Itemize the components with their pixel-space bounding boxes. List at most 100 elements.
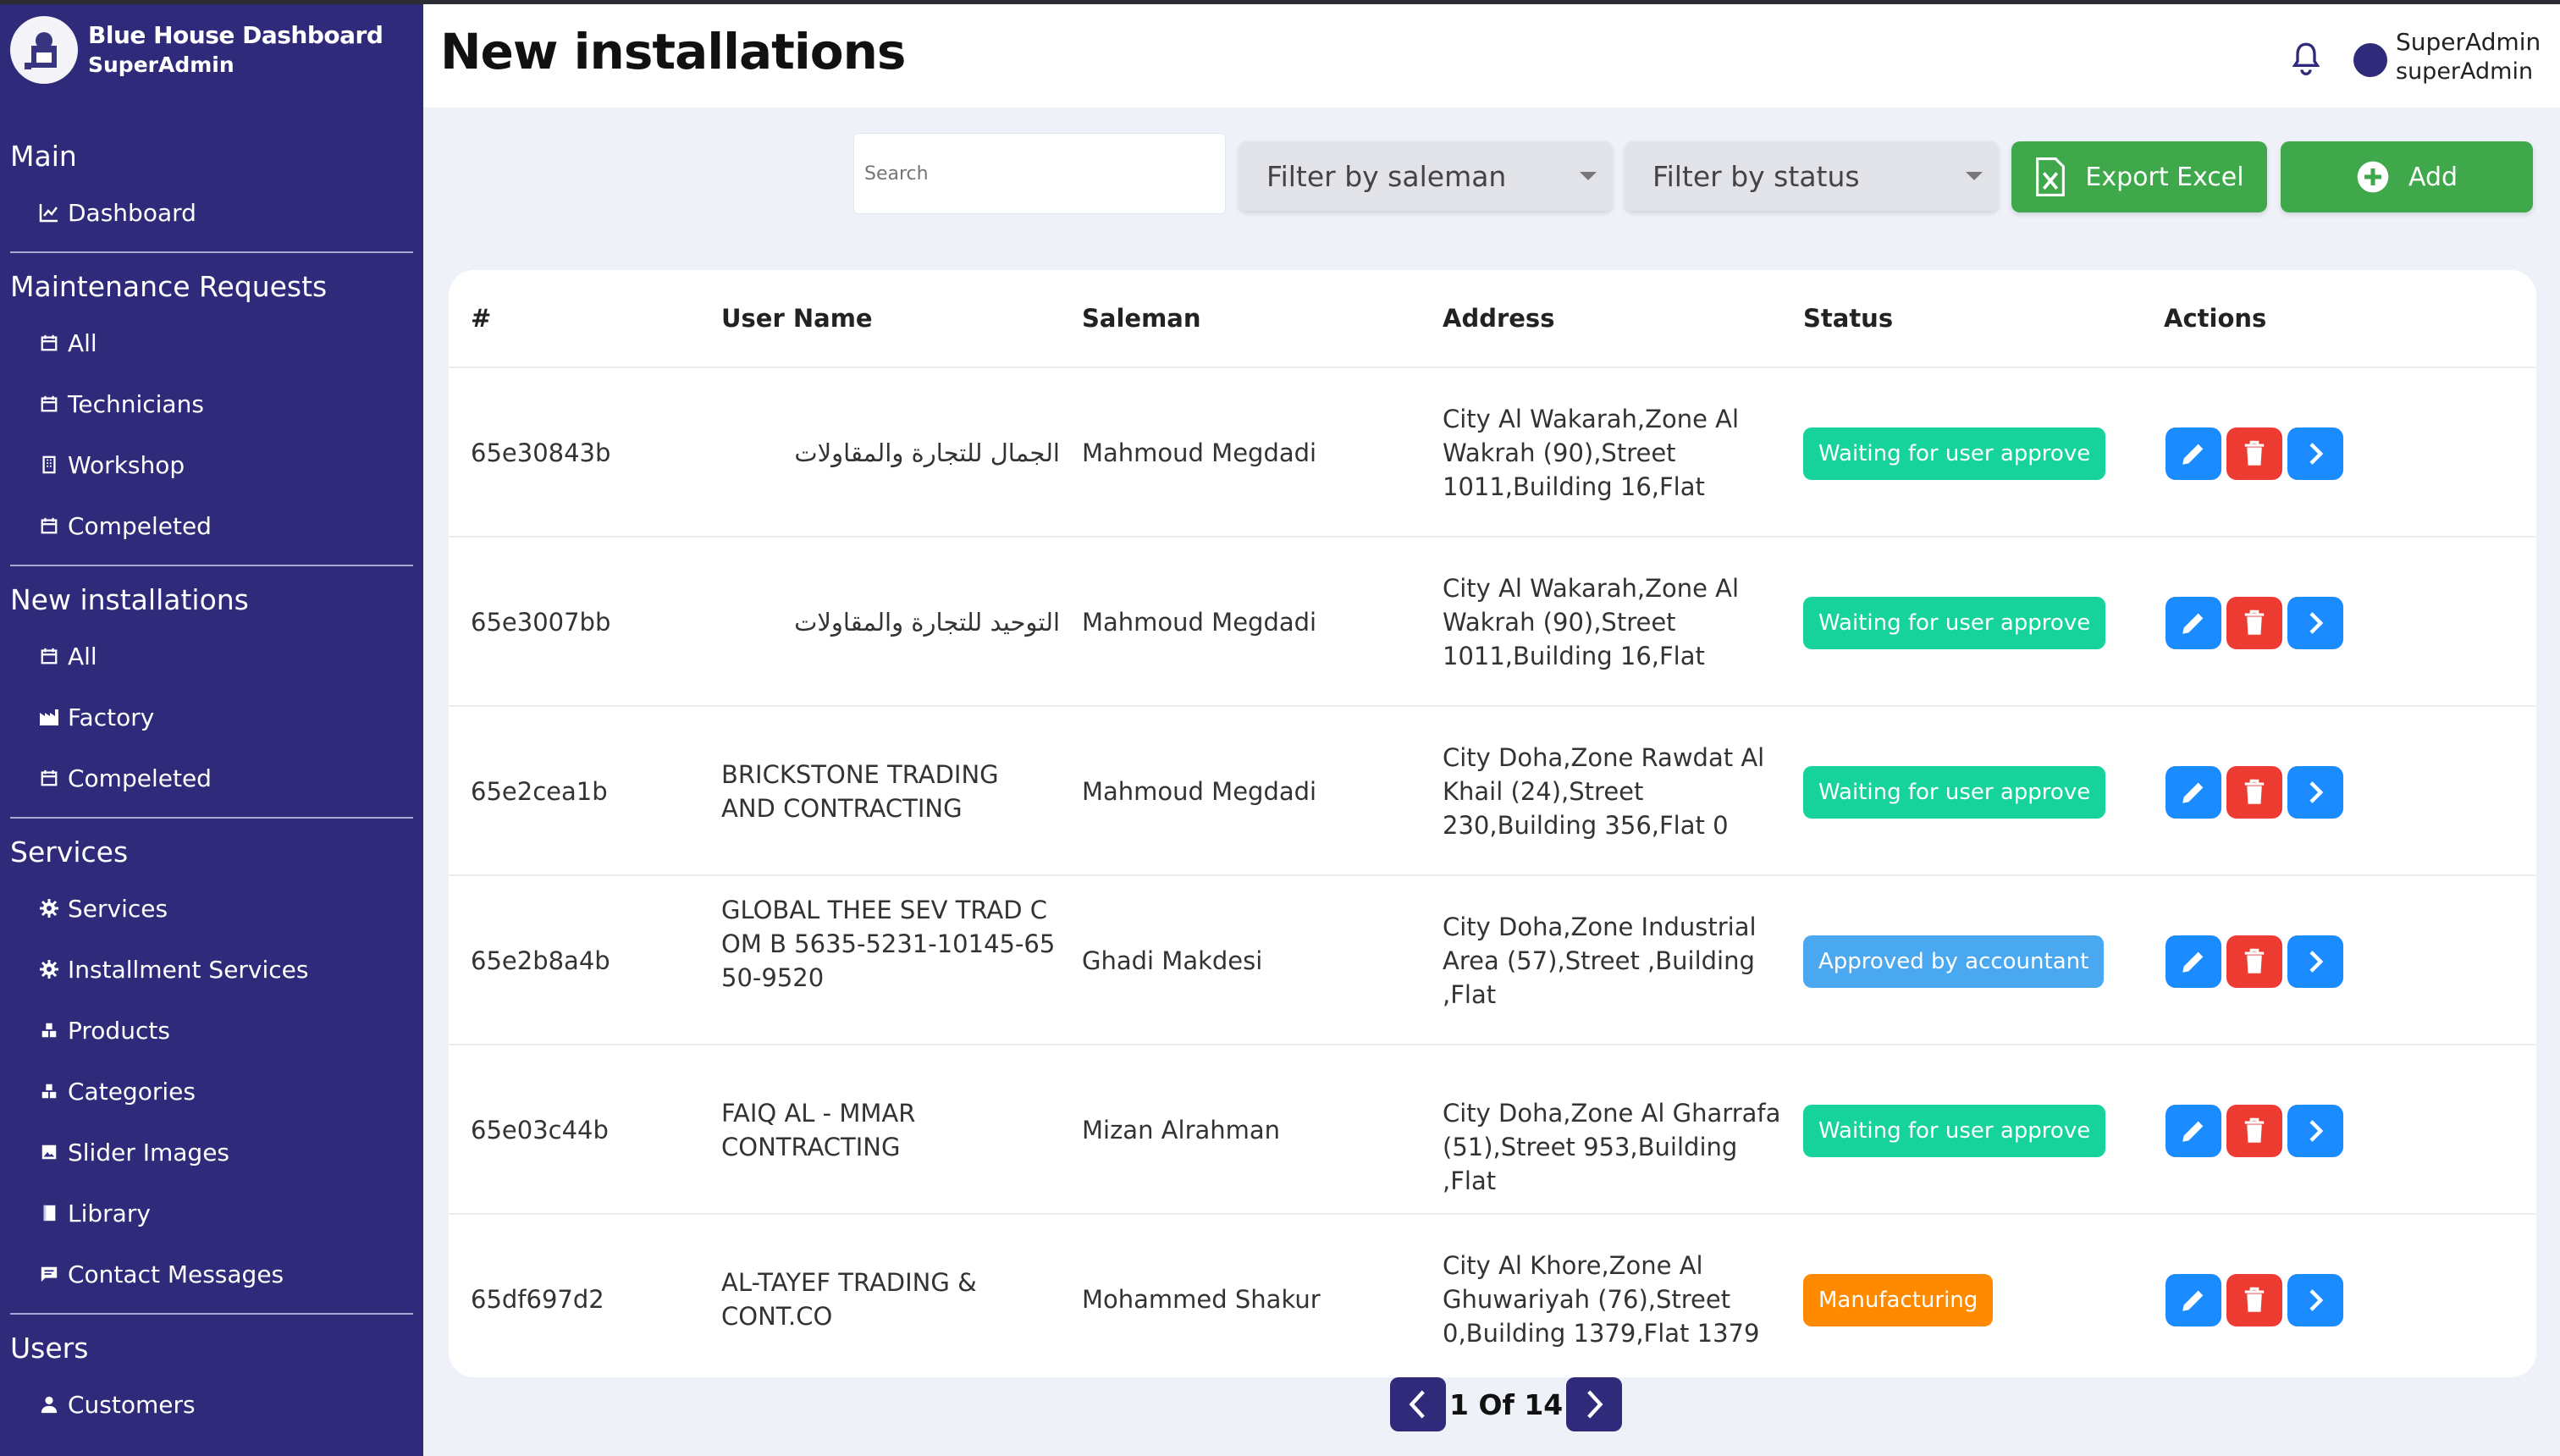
cell-address: City Al Wakarah,Zone Al Wakrah (90),Stre… — [1443, 405, 1740, 501]
chevron-right-icon — [2309, 1289, 2324, 1311]
table-row[interactable]: 65e30843b الجمال للتجارة والمقاولات Mahm… — [449, 368, 2536, 538]
cell-saleman: Ghadi Makdesi — [1082, 946, 1263, 975]
view-details-button[interactable] — [2287, 935, 2343, 988]
header: New installations SuperAdmin superAdmin — [423, 4, 2560, 108]
delete-button[interactable] — [2226, 427, 2282, 480]
pencil-icon — [2182, 613, 2204, 634]
sidebar-item-products[interactable]: Products — [0, 1000, 423, 1061]
section-title-maintenance: Maintenance Requests — [10, 270, 328, 303]
sidebar-item-label: Factory — [68, 703, 155, 731]
brand[interactable]: Blue House Dashboard SuperAdmin — [10, 16, 383, 84]
cell-address: City Al Wakarah,Zone Al Wakrah (90),Stre… — [1443, 574, 1740, 670]
table-row[interactable]: 65e2cea1b BRICKSTONE TRADING AND CONTRAC… — [449, 707, 2536, 876]
view-details-button[interactable] — [2287, 1105, 2343, 1157]
avatar[interactable] — [2353, 43, 2387, 77]
table-row[interactable]: 65e2b8a4b GLOBAL THEE SEV TRAD COM B 563… — [449, 876, 2536, 1045]
export-excel-button[interactable]: Export Excel — [2011, 141, 2267, 212]
filter-status-select[interactable]: Filter by status — [1625, 141, 1998, 211]
search-input[interactable] — [853, 133, 1226, 214]
cell-saleman: Mahmoud Megdadi — [1082, 777, 1317, 806]
sidebar-item-factory[interactable]: Factory — [0, 687, 423, 747]
brand-subtitle: SuperAdmin — [88, 52, 234, 77]
sidebar-item-library[interactable]: Library — [0, 1183, 423, 1244]
cell-saleman: Mahmoud Megdadi — [1082, 608, 1317, 637]
table-row[interactable]: 65e03c44b FAIQ AL - MMAR CONTRACTING Miz… — [449, 1045, 2536, 1215]
delete-button[interactable] — [2226, 1274, 2282, 1326]
sidebar-item-installations-completed[interactable]: Compeleted — [0, 747, 423, 808]
sidebar-item-customers[interactable]: Customers — [0, 1374, 423, 1435]
delete-button[interactable] — [2226, 597, 2282, 649]
sidebar-item-label: Library — [68, 1199, 151, 1227]
chevron-right-icon — [2309, 1120, 2324, 1142]
cell-user-name: BRICKSTONE TRADING AND CONTRACTING — [721, 760, 999, 823]
cell-user-name: FAIQ AL - MMAR CONTRACTING — [721, 1099, 916, 1161]
cell-user-name: GLOBAL THEE SEV TRAD COM B 5635-5231-101… — [721, 896, 1056, 992]
gear-icon — [37, 896, 61, 920]
sidebar: Blue House Dashboard SuperAdmin Main Das… — [0, 4, 423, 1456]
calendar-icon — [37, 392, 61, 416]
column-header-user-name: User Name — [721, 304, 873, 333]
sidebar-item-maintenance-completed[interactable]: Compeleted — [0, 495, 423, 556]
bell-icon[interactable] — [2289, 40, 2323, 77]
view-details-button[interactable] — [2287, 766, 2343, 819]
column-header-actions: Actions — [2164, 304, 2267, 333]
message-icon — [37, 1262, 61, 1286]
sidebar-item-services[interactable]: Services — [0, 878, 423, 939]
sidebar-item-dashboard[interactable]: Dashboard — [0, 182, 423, 243]
trash-icon — [2244, 1287, 2265, 1312]
edit-button[interactable] — [2166, 1105, 2221, 1157]
add-label: Add — [2408, 162, 2458, 192]
cell-address: City Al Khore,Zone Al Ghuwariyah (76),St… — [1443, 1251, 1760, 1348]
sidebar-item-maintenance-all[interactable]: All — [0, 312, 423, 373]
divider — [10, 565, 413, 566]
delete-button[interactable] — [2226, 766, 2282, 819]
sidebar-item-label: Slider Images — [68, 1138, 230, 1166]
table-row[interactable]: 65e3007bb التوحيد للتجارة والمقاولات Mah… — [449, 538, 2536, 707]
excel-icon — [2034, 157, 2066, 196]
view-details-button[interactable] — [2287, 597, 2343, 649]
factory-icon — [37, 705, 61, 729]
sidebar-item-slider-images[interactable]: Slider Images — [0, 1122, 423, 1183]
caret-down-icon — [1580, 172, 1597, 180]
sidebar-item-installment-services[interactable]: Installment Services — [0, 939, 423, 1000]
table-row[interactable]: 65df697d2 AL-TAYEF TRADING & CONT.CO Moh… — [449, 1215, 2536, 1377]
sidebar-item-categories[interactable]: Categories — [0, 1061, 423, 1122]
cell-id: 65e2b8a4b — [471, 946, 610, 975]
caret-down-icon — [1966, 172, 1983, 180]
delete-button[interactable] — [2226, 935, 2282, 988]
sidebar-item-workshop[interactable]: Workshop — [0, 434, 423, 495]
cell-saleman: Mohammed Shakur — [1082, 1285, 1321, 1314]
delete-button[interactable] — [2226, 1105, 2282, 1157]
next-page-button[interactable] — [1566, 1377, 1623, 1431]
trash-icon — [2244, 948, 2265, 973]
cubes-icon — [37, 1018, 61, 1042]
column-header-saleman: Saleman — [1082, 304, 1201, 333]
column-header-status: Status — [1803, 304, 1894, 333]
chevron-right-icon — [2309, 443, 2324, 465]
sidebar-item-label: All — [68, 642, 97, 670]
edit-button[interactable] — [2166, 597, 2221, 649]
filter-saleman-select[interactable]: Filter by saleman — [1239, 141, 1612, 211]
sidebar-item-installations-all[interactable]: All — [0, 626, 423, 687]
view-details-button[interactable] — [2287, 1274, 2343, 1326]
edit-button[interactable] — [2166, 1274, 2221, 1326]
status-badge: Waiting for user approve — [1803, 427, 2106, 480]
status-badge: Waiting for user approve — [1803, 597, 2106, 649]
add-button[interactable]: Add — [2281, 141, 2533, 212]
edit-button[interactable] — [2166, 427, 2221, 480]
sidebar-item-technicians[interactable]: Technicians — [0, 373, 423, 434]
edit-button[interactable] — [2166, 766, 2221, 819]
prev-page-button[interactable] — [1390, 1377, 1446, 1431]
section-title-services: Services — [10, 836, 129, 869]
pencil-icon — [2182, 1290, 2204, 1311]
chevron-right-icon — [1587, 1390, 1603, 1419]
edit-button[interactable] — [2166, 935, 2221, 988]
user-name: SuperAdmin — [2396, 28, 2541, 56]
user-icon — [37, 1393, 61, 1416]
view-details-button[interactable] — [2287, 427, 2343, 480]
filter-saleman-label: Filter by saleman — [1266, 159, 1507, 193]
export-excel-label: Export Excel — [2085, 162, 2244, 192]
cell-saleman: Mahmoud Megdadi — [1082, 438, 1317, 467]
sidebar-item-contact-messages[interactable]: Contact Messages — [0, 1244, 423, 1304]
pagination: 1 Of 14 — [1390, 1377, 1623, 1431]
